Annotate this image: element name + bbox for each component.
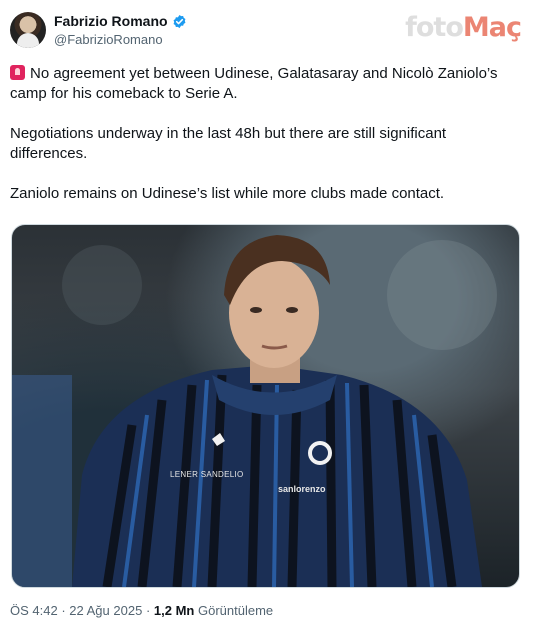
tweet-paragraph-3: Zaniolo remains on Udinese’s list while …: [10, 185, 445, 202]
views-label: Görüntüleme: [197, 603, 274, 618]
author-avatar[interactable]: [10, 12, 46, 48]
verified-badge-icon: [173, 14, 185, 28]
sponsor-text-left: LENER SANDELIO: [170, 470, 244, 479]
tweet-paragraph-2: Negotiations underway in the last 48h bu…: [10, 125, 447, 162]
fotomac-watermark: fotoMaç: [405, 12, 522, 43]
tweet-text: No agreement yet between Udinese, Galata…: [10, 64, 515, 224]
watermark-part-1: foto: [405, 12, 464, 43]
siren-emoji-icon: [10, 65, 25, 80]
tweet-date[interactable]: 22 Ağu 2025: [69, 603, 142, 618]
tweet-time[interactable]: ÖS 4:42: [10, 603, 58, 618]
sponsor-text-right: sanlorenzo: [278, 484, 326, 494]
author-handle[interactable]: @FabrizioRomano: [54, 32, 163, 47]
tweet-paragraph-1: No agreement yet between Udinese, Galata…: [10, 64, 515, 104]
tweet-line-1: No agreement yet between Udinese, Galata…: [10, 65, 498, 102]
player-photo-illustration: [12, 235, 497, 587]
views-count: 1,2 Mn: [153, 603, 195, 618]
tweet-card: Fabrizio Romano @FabrizioRomano fotoMaç …: [0, 0, 533, 626]
watermark-part-2: Maç: [462, 12, 522, 43]
author-name-row: Fabrizio Romano: [54, 13, 187, 29]
tweet-meta: ÖS 4:42 · 22 Ağu 2025 · 1,2 Mn Görüntüle…: [10, 603, 273, 618]
tweet-photo[interactable]: LENER SANDELIO sanlorenzo: [11, 224, 520, 588]
meta-separator-dot: ·: [145, 603, 154, 618]
author-name[interactable]: Fabrizio Romano: [54, 13, 168, 29]
